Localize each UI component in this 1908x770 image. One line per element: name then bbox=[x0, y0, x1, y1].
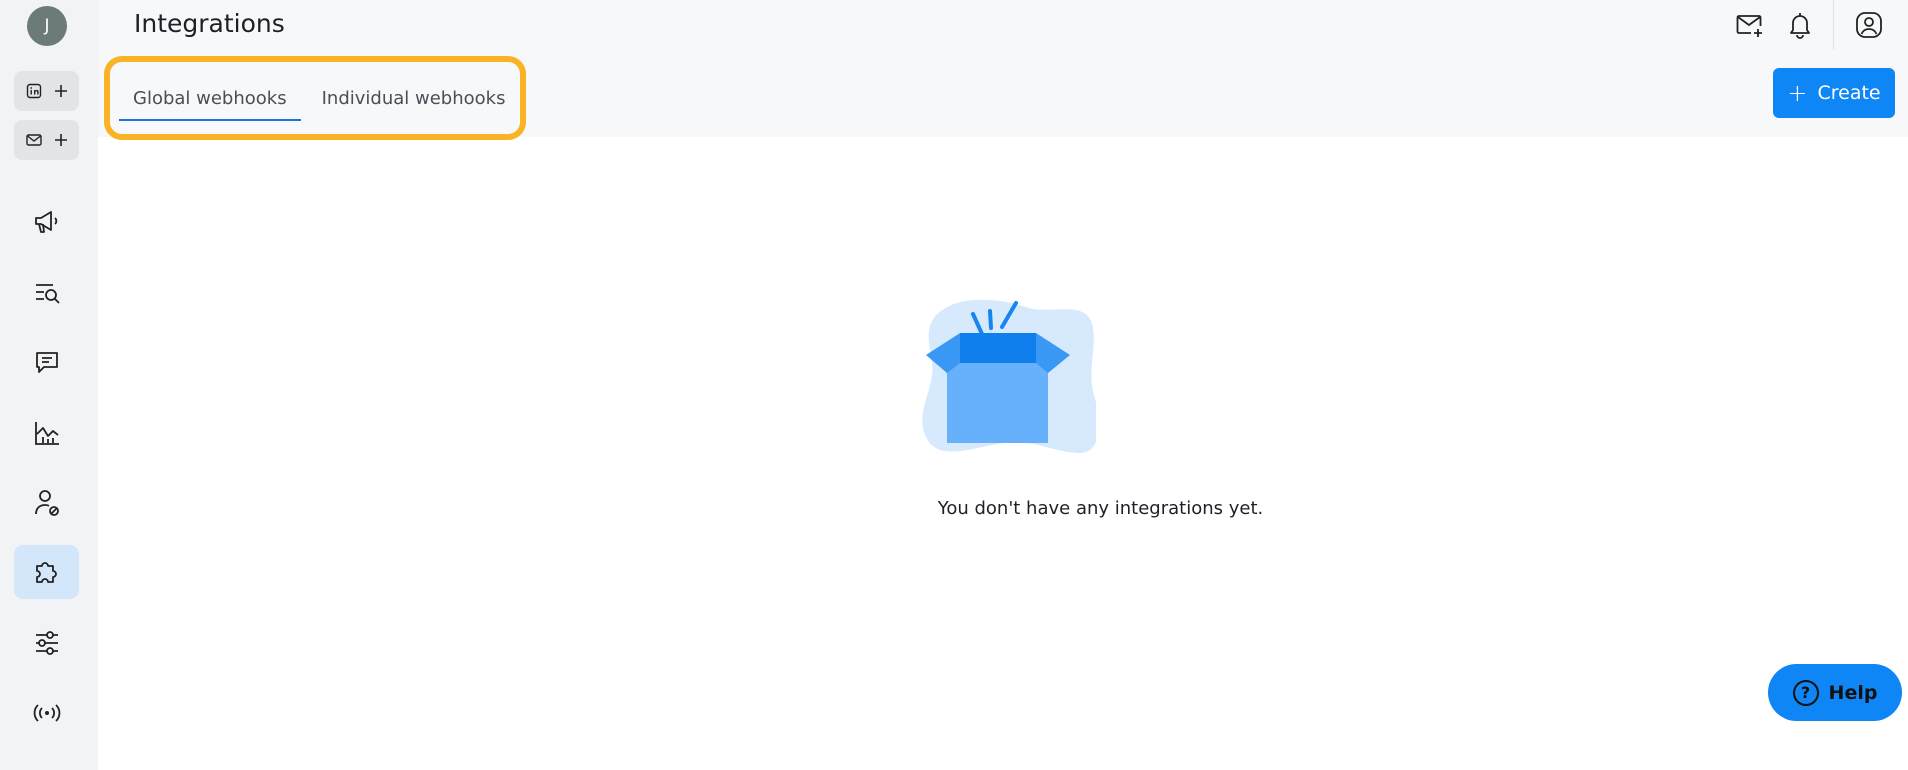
chart-line-icon bbox=[34, 422, 59, 445]
webhook-tabs: Global webhooks Individual webhooks bbox=[119, 78, 520, 121]
sidebar: J bbox=[0, 0, 98, 770]
avatar[interactable]: J bbox=[27, 6, 67, 46]
sidebar-item-settings[interactable] bbox=[14, 616, 79, 670]
user-block-icon bbox=[34, 490, 59, 516]
notifications-button[interactable] bbox=[1775, 0, 1825, 50]
sidebar-item-analytics[interactable] bbox=[14, 406, 79, 460]
sliders-icon bbox=[35, 631, 58, 655]
create-button[interactable]: + Create bbox=[1773, 68, 1895, 118]
bell-icon bbox=[1790, 13, 1810, 39]
sidebar-item-integrations[interactable] bbox=[14, 545, 79, 599]
question-icon: ? bbox=[1792, 679, 1819, 706]
create-button-label: Create bbox=[1817, 82, 1881, 104]
plus-icon bbox=[54, 85, 67, 97]
mail-plus-button[interactable] bbox=[1725, 0, 1775, 50]
header-actions bbox=[1725, 0, 1908, 50]
list-search-icon bbox=[35, 284, 60, 304]
tab-individual-webhooks[interactable]: Individual webhooks bbox=[308, 78, 520, 118]
add-linkedin-account-button[interactable] bbox=[14, 71, 79, 111]
sidebar-item-inbox[interactable] bbox=[14, 335, 79, 389]
message-icon bbox=[35, 352, 58, 373]
sidebar-item-blacklist[interactable] bbox=[14, 476, 79, 530]
page-title: Integrations bbox=[134, 9, 285, 38]
header-divider bbox=[1833, 0, 1834, 50]
help-button[interactable]: ? Help bbox=[1768, 664, 1902, 721]
mail-plus-icon bbox=[1736, 15, 1762, 37]
envelope-icon bbox=[25, 134, 42, 146]
tab-global-webhooks[interactable]: Global webhooks bbox=[119, 78, 301, 121]
help-button-label: Help bbox=[1828, 681, 1878, 704]
linkedin-icon bbox=[26, 83, 41, 99]
puzzle-icon bbox=[35, 562, 57, 583]
empty-state-message: You don't have any integrations yet. bbox=[937, 498, 1264, 519]
megaphone-icon bbox=[34, 211, 57, 233]
sidebar-item-webhooks[interactable] bbox=[14, 686, 79, 740]
profile-button[interactable] bbox=[1844, 0, 1894, 50]
empty-box-illustration bbox=[922, 299, 1096, 453]
plus-icon bbox=[54, 134, 67, 146]
empty-state: You don't have any integrations yet. bbox=[98, 137, 1908, 770]
avatar-initial: J bbox=[44, 16, 50, 36]
sidebar-item-search[interactable] bbox=[14, 266, 79, 320]
broadcast-icon bbox=[33, 704, 60, 722]
plus-icon: + bbox=[1787, 79, 1808, 107]
sidebar-item-campaigns[interactable] bbox=[14, 195, 79, 249]
add-email-account-button[interactable] bbox=[14, 120, 79, 160]
user-circle-icon bbox=[1856, 12, 1882, 38]
